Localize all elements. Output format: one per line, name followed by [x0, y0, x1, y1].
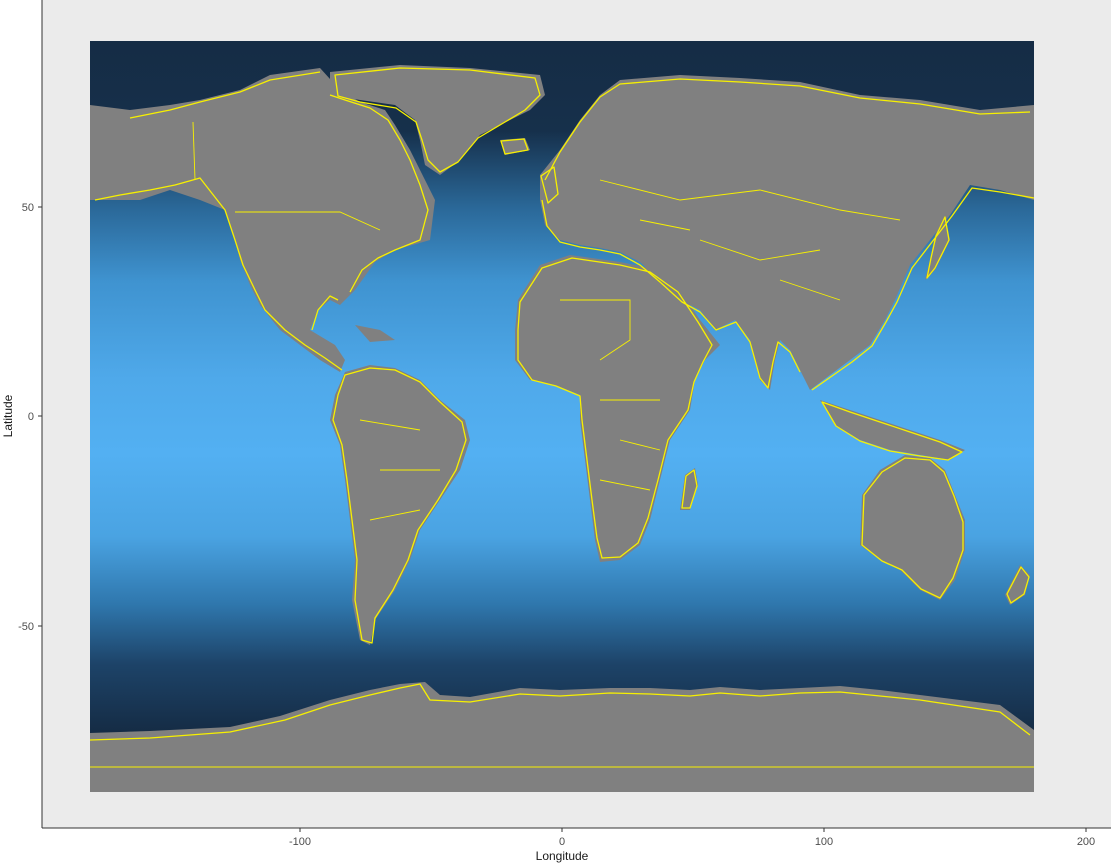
x-axis-ticks: -100 0 100 200: [289, 828, 1095, 848]
map-plot: 50 0 -50 -100 0 100 200 Longitude Latitu…: [1, 0, 1111, 863]
y-tick-label: 50: [22, 202, 34, 214]
map-raster: [90, 41, 1034, 792]
y-tick-label: -50: [18, 621, 34, 633]
x-tick-label: 100: [815, 836, 833, 848]
x-axis-title: Longitude: [536, 849, 589, 863]
y-axis-title: Latitude: [1, 394, 15, 437]
x-tick-label: 200: [1077, 836, 1095, 848]
y-tick-label: 0: [28, 411, 34, 423]
y-axis-ticks: 50 0 -50: [18, 202, 42, 633]
x-tick-label: -100: [289, 836, 311, 848]
x-tick-label: 0: [559, 836, 565, 848]
